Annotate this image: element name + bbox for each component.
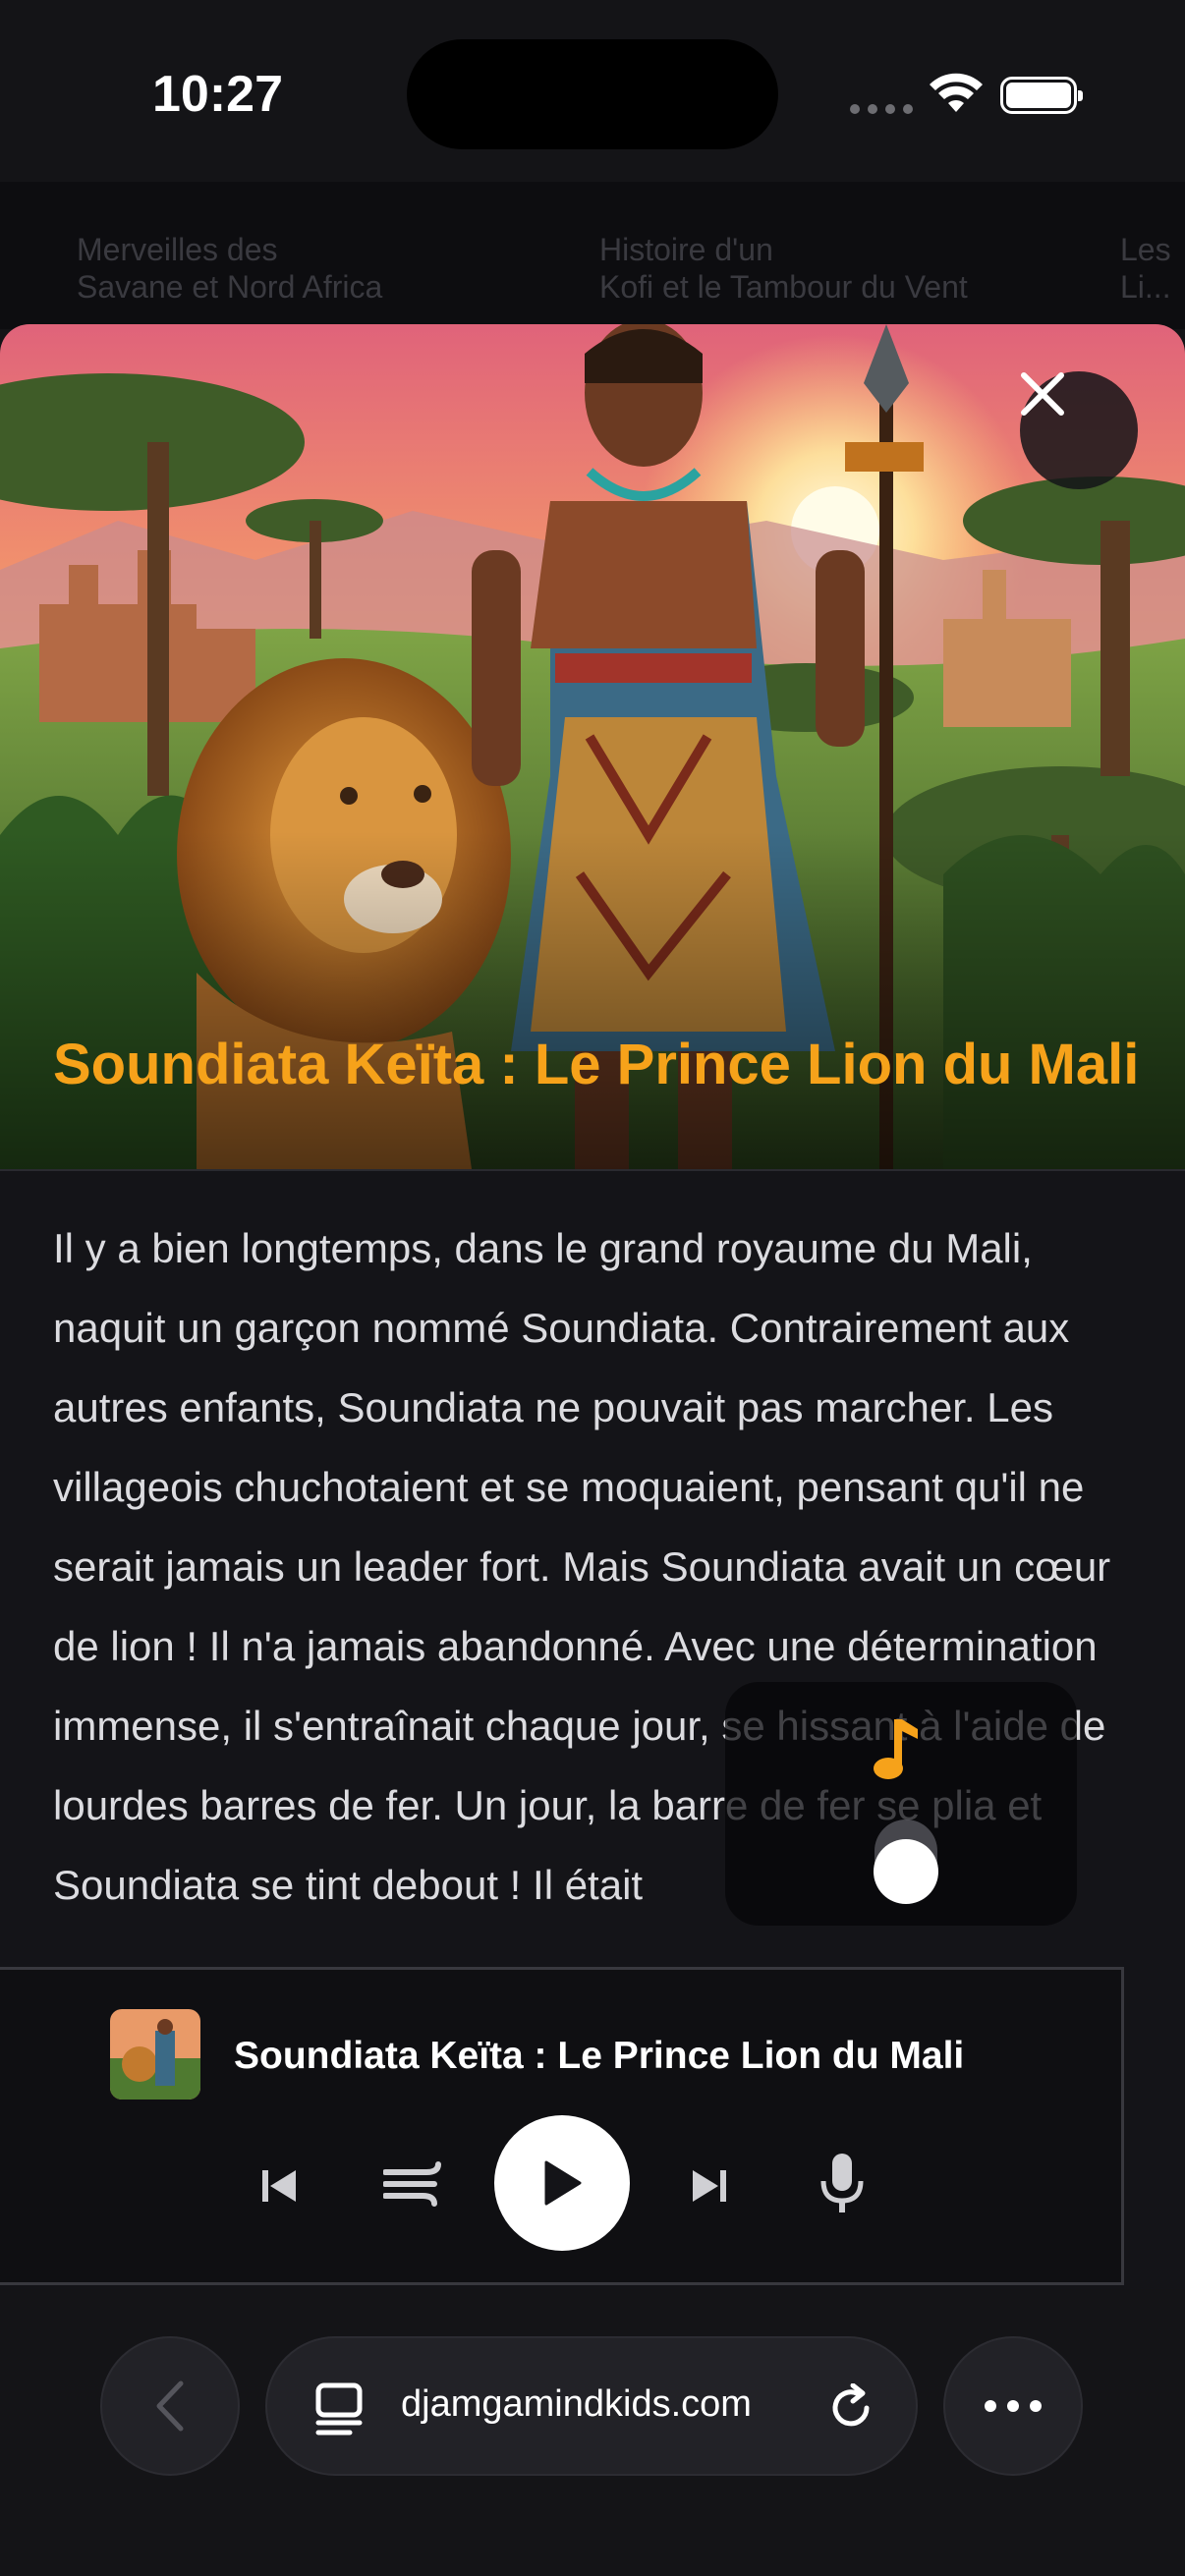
skip-forward-button[interactable] [688, 2164, 731, 2208]
story-hero-image: Soundiata Keïta : Le Prince Lion du Mali [0, 324, 1185, 1171]
browser-back-button[interactable] [100, 2336, 240, 2476]
skip-back-button[interactable] [257, 2164, 301, 2208]
microphone-icon [820, 2154, 864, 2212]
close-button[interactable] [1020, 371, 1138, 489]
reload-icon[interactable] [827, 2383, 876, 2433]
tabs-icon [315, 2382, 363, 2436]
story-thumbnail [110, 2009, 200, 2100]
status-bar: 10:27 [0, 0, 1185, 182]
dynamic-island [407, 39, 778, 149]
cellular-signal-icon [850, 104, 913, 114]
url-text: djamgamindkids.com [401, 2383, 752, 2425]
status-time: 10:27 [152, 66, 283, 123]
skip-back-icon [262, 2170, 296, 2202]
more-icon [985, 2400, 1042, 2412]
audio-player: Soundiata Keïta : Le Prince Lion du Mali [0, 1967, 1124, 2285]
background-card: Merveilles des Savane et Nord Africa [77, 232, 383, 305]
battery-icon [1000, 77, 1083, 114]
music-widget[interactable] [725, 1682, 1077, 1926]
player-title: Soundiata Keïta : Le Prince Lion du Mali [234, 2035, 965, 2077]
background-card: Histoire d'un Kofi et le Tambour du Vent [599, 232, 968, 305]
background-page: Merveilles des Savane et Nord Africa His… [0, 182, 1185, 329]
close-icon [1021, 372, 1064, 416]
music-toggle[interactable] [874, 1820, 938, 1904]
chevron-left-icon [156, 2380, 184, 2432]
play-icon [544, 2160, 582, 2206]
play-button[interactable] [494, 2115, 630, 2251]
toggle-knob [874, 1839, 938, 1904]
story-title: Soundiata Keïta : Le Prince Lion du Mali [53, 1033, 1140, 1096]
speed-button[interactable] [379, 2156, 448, 2212]
more-button[interactable] [943, 2336, 1083, 2476]
music-note-icon [874, 1719, 918, 1779]
address-bar[interactable]: djamgamindkids.com [265, 2336, 918, 2476]
background-card: Les Li... [1120, 232, 1171, 305]
skip-forward-icon [693, 2170, 726, 2202]
browser-toolbar: djamgamindkids.com [0, 2289, 1185, 2576]
wind-icon [383, 2161, 441, 2207]
wifi-icon [930, 73, 983, 112]
microphone-button[interactable] [818, 2151, 867, 2215]
